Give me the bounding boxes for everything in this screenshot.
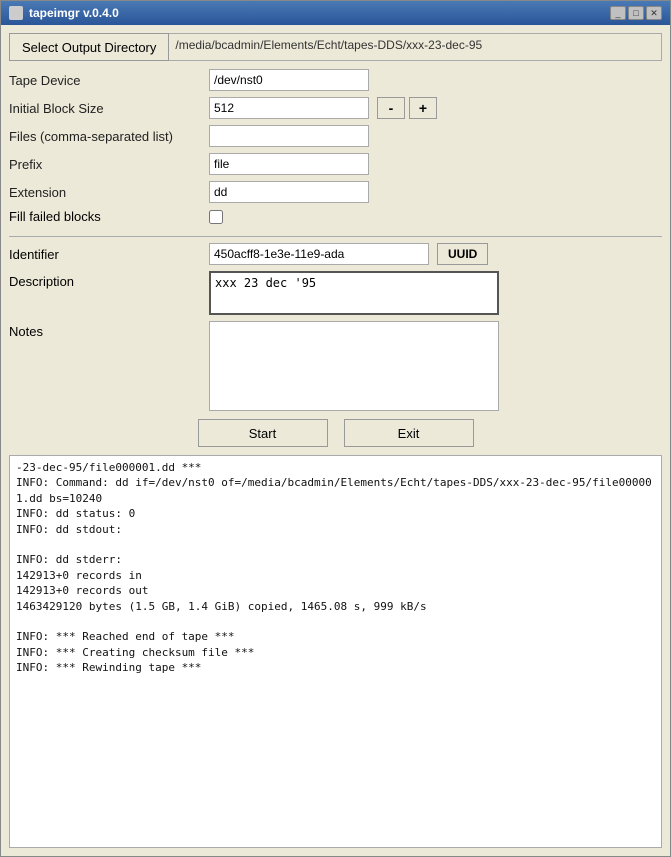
fill-failed-label: Fill failed blocks: [9, 209, 209, 224]
window-title: tapeimgr v.0.4.0: [29, 6, 119, 20]
output-directory-row: Select Output Directory /media/bcadmin/E…: [9, 33, 662, 61]
description-row: Description: [9, 271, 662, 315]
content-area: Select Output Directory /media/bcadmin/E…: [1, 25, 670, 856]
prefix-input[interactable]: [209, 153, 369, 175]
action-buttons-row: Start Exit: [9, 419, 662, 447]
notes-input[interactable]: [209, 321, 499, 411]
extension-row: Extension: [9, 181, 662, 203]
identifier-input[interactable]: [209, 243, 429, 265]
main-window: tapeimgr v.0.4.0 _ □ ✕ Select Output Dir…: [0, 0, 671, 857]
files-label: Files (comma-separated list): [9, 129, 209, 144]
app-icon: [9, 6, 23, 20]
initial-block-size-row: Initial Block Size - +: [9, 97, 662, 119]
tape-device-row: Tape Device: [9, 69, 662, 91]
tape-device-input[interactable]: [209, 69, 369, 91]
start-button[interactable]: Start: [198, 419, 328, 447]
maximize-button[interactable]: □: [628, 6, 644, 20]
prefix-label: Prefix: [9, 157, 209, 172]
block-size-minus-button[interactable]: -: [377, 97, 405, 119]
titlebar-buttons: _ □ ✕: [610, 6, 662, 20]
titlebar-left: tapeimgr v.0.4.0: [9, 6, 119, 20]
tape-device-label: Tape Device: [9, 73, 209, 88]
block-size-controls: - +: [377, 97, 437, 119]
fill-failed-row: Fill failed blocks: [9, 209, 662, 224]
files-input[interactable]: [209, 125, 369, 147]
exit-button[interactable]: Exit: [344, 419, 474, 447]
fill-failed-checkbox[interactable]: [209, 210, 223, 224]
extension-input[interactable]: [209, 181, 369, 203]
identifier-row: Identifier UUID: [9, 243, 662, 265]
initial-block-size-input[interactable]: [209, 97, 369, 119]
titlebar: tapeimgr v.0.4.0 _ □ ✕: [1, 1, 670, 25]
output-directory-path: /media/bcadmin/Elements/Echt/tapes-DDS/x…: [169, 33, 662, 61]
notes-row: Notes: [9, 321, 662, 411]
separator: [9, 236, 662, 237]
uuid-button[interactable]: UUID: [437, 243, 488, 265]
extension-label: Extension: [9, 185, 209, 200]
select-output-directory-button[interactable]: Select Output Directory: [9, 33, 169, 61]
prefix-row: Prefix: [9, 153, 662, 175]
files-row: Files (comma-separated list): [9, 125, 662, 147]
description-input[interactable]: [209, 271, 499, 315]
minimize-button[interactable]: _: [610, 6, 626, 20]
description-label: Description: [9, 271, 209, 289]
close-button[interactable]: ✕: [646, 6, 662, 20]
log-area[interactable]: -23-dec-95/file000001.dd *** INFO: Comma…: [9, 455, 662, 848]
identifier-label: Identifier: [9, 247, 209, 262]
block-size-plus-button[interactable]: +: [409, 97, 437, 119]
initial-block-size-label: Initial Block Size: [9, 101, 209, 116]
notes-label: Notes: [9, 321, 209, 339]
